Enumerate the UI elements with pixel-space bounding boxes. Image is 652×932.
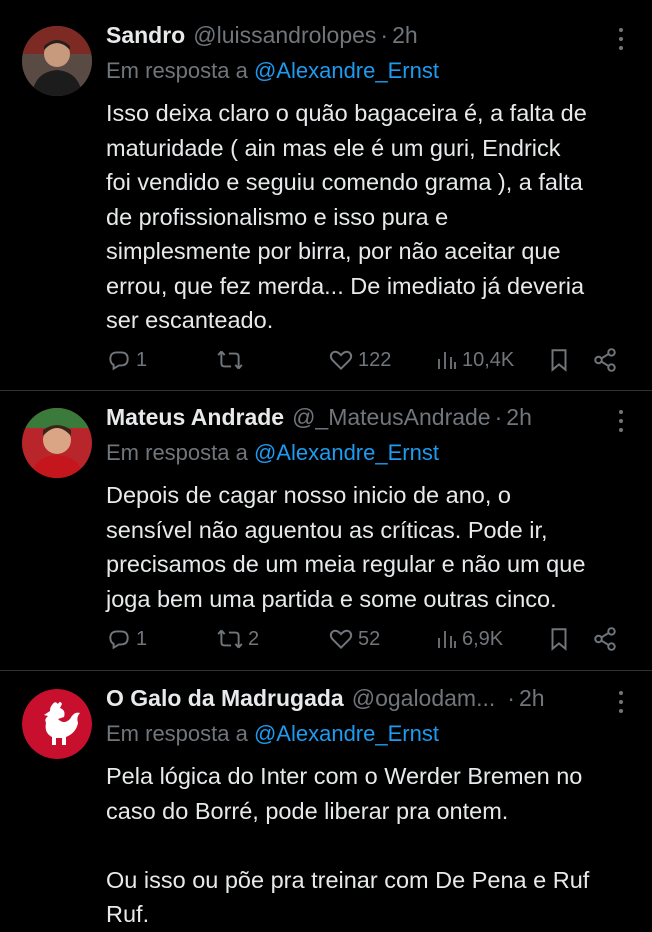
tweet[interactable]: Sandro @luissandrolopes · 2h Em resposta… bbox=[0, 22, 652, 387]
share-button[interactable] bbox=[592, 345, 618, 375]
views-count: 6,9K bbox=[462, 627, 504, 650]
retweet-count: 2 bbox=[248, 627, 260, 650]
reply-icon bbox=[109, 630, 129, 650]
more-icon[interactable] bbox=[618, 410, 624, 432]
bookmark-icon bbox=[551, 349, 567, 372]
reply-mention-link[interactable]: @Alexandre_Ernst bbox=[254, 440, 439, 465]
tweet-text-line: errou, que fez merda... De imediato já d… bbox=[106, 272, 585, 299]
tweet-text-line: sensível não aguentou as críticas. Pode … bbox=[106, 516, 548, 543]
username[interactable]: @_MateusAndrade bbox=[292, 404, 491, 431]
tweet-header: Mateus Andrade @_MateusAndrade · 2h bbox=[106, 404, 532, 440]
username[interactable]: @luissandrolopes bbox=[193, 22, 376, 49]
share-button[interactable] bbox=[592, 624, 618, 654]
views-icon bbox=[438, 352, 456, 369]
action-bar: 1 2 52 6,9K bbox=[106, 624, 626, 654]
more-icon[interactable] bbox=[618, 691, 624, 713]
share-icon bbox=[594, 348, 616, 372]
retweet-button[interactable]: 2 bbox=[216, 624, 259, 654]
avatar[interactable] bbox=[22, 408, 92, 478]
share-icon bbox=[594, 627, 616, 651]
like-count: 52 bbox=[358, 627, 381, 650]
tweet-text-line: Depois de cagar nosso inicio de ano, o bbox=[106, 482, 511, 508]
reply-context: Em resposta a @Alexandre_Ernst bbox=[106, 440, 439, 466]
tweet-text: Pela lógica do Inter com o Werder Bremen… bbox=[106, 759, 636, 932]
reply-prefix: Em resposta a bbox=[106, 440, 248, 465]
like-icon bbox=[329, 350, 353, 371]
tweet-text-line: ser escanteado. bbox=[106, 307, 274, 333]
like-count: 122 bbox=[358, 348, 392, 371]
rooster-logo-icon bbox=[22, 689, 92, 759]
tweet-text-line: joga bem uma partida e some outras cinco… bbox=[106, 585, 557, 612]
like-icon bbox=[329, 629, 353, 650]
timestamp[interactable]: 2h bbox=[519, 685, 545, 712]
tweet-text-line: maturidade ( ain mas ele é um guri, Endr… bbox=[106, 134, 561, 161]
display-name[interactable]: Sandro bbox=[106, 22, 185, 49]
tweet-text-line bbox=[106, 828, 636, 863]
tweet-text-line: de profissionalismo e isso pura e bbox=[106, 203, 449, 230]
bookmark-button[interactable] bbox=[548, 624, 570, 654]
username[interactable]: @ogalodam... bbox=[352, 685, 496, 712]
views-button[interactable]: 6,9K bbox=[436, 624, 503, 654]
reply-context: Em resposta a @Alexandre_Ernst bbox=[106, 721, 439, 747]
retweet-icon bbox=[217, 350, 243, 370]
bookmark-icon bbox=[551, 628, 567, 651]
reply-mention-link[interactable]: @Alexandre_Ernst bbox=[254, 721, 439, 746]
separator-dot: · bbox=[494, 404, 503, 430]
tweet-text-line: simplesmente por birra, por não aceitar … bbox=[106, 238, 561, 264]
avatar[interactable] bbox=[22, 689, 92, 759]
separator-dot: · bbox=[507, 685, 515, 711]
bookmark-button[interactable] bbox=[548, 345, 570, 375]
retweet-icon bbox=[217, 629, 243, 649]
reply-mention-link[interactable]: @Alexandre_Ernst bbox=[254, 58, 439, 83]
divider bbox=[0, 670, 652, 671]
reply-button[interactable]: 1 bbox=[106, 624, 147, 654]
tweet-text-line: Ou isso ou põe pra treinar com De Pena e… bbox=[106, 866, 590, 893]
retweet-button[interactable] bbox=[216, 345, 248, 375]
tweet-text-line: caso do Borré, pode liberar pra ontem. bbox=[106, 797, 509, 824]
reply-prefix: Em resposta a bbox=[106, 58, 248, 83]
tweet-text-line: precisamos de um meia regular e não um q… bbox=[106, 551, 586, 577]
avatar[interactable] bbox=[22, 26, 92, 96]
timestamp[interactable]: 2h bbox=[392, 22, 418, 49]
tweet-header: Sandro @luissandrolopes · 2h bbox=[106, 22, 418, 58]
tweet-text: Depois de cagar nosso inicio de ano, o s… bbox=[106, 478, 636, 616]
action-bar: 1 122 10,4K bbox=[106, 345, 626, 375]
like-button[interactable]: 52 bbox=[328, 624, 380, 654]
views-icon bbox=[438, 631, 456, 648]
reply-button[interactable]: 1 bbox=[106, 345, 147, 375]
tweet-text-line: foi vendido e seguiu comendo grama ), a … bbox=[106, 169, 583, 195]
views-count: 10,4K bbox=[462, 348, 515, 371]
reply-icon bbox=[109, 351, 129, 371]
tweet-text-line: Ruf. bbox=[106, 901, 150, 927]
reply-count: 1 bbox=[136, 627, 148, 650]
separator-dot: · bbox=[380, 22, 389, 48]
tweet-text: Isso deixa claro o quão bagaceira é, a f… bbox=[106, 96, 636, 338]
tweet-header: O Galo da Madrugada @ogalodam... · 2h bbox=[106, 685, 545, 721]
display-name[interactable]: Mateus Andrade bbox=[106, 404, 284, 431]
tweet[interactable]: Mateus Andrade @_MateusAndrade · 2h Em r… bbox=[0, 404, 652, 666]
reply-context: Em resposta a @Alexandre_Ernst bbox=[106, 58, 439, 84]
divider bbox=[0, 390, 652, 391]
like-button[interactable]: 122 bbox=[328, 345, 391, 375]
reply-count: 1 bbox=[136, 348, 148, 371]
display-name[interactable]: O Galo da Madrugada bbox=[106, 685, 344, 712]
more-icon[interactable] bbox=[618, 28, 624, 50]
reply-prefix: Em resposta a bbox=[106, 721, 248, 746]
views-button[interactable]: 10,4K bbox=[436, 345, 514, 375]
tweet-text-line: Pela lógica do Inter com o Werder Bremen… bbox=[106, 763, 583, 789]
tweet-text-line: Isso deixa claro o quão bagaceira é, a f… bbox=[106, 100, 587, 126]
timestamp[interactable]: 2h bbox=[506, 404, 532, 431]
tweet[interactable]: O Galo da Madrugada @ogalodam... · 2h Em… bbox=[0, 685, 652, 927]
